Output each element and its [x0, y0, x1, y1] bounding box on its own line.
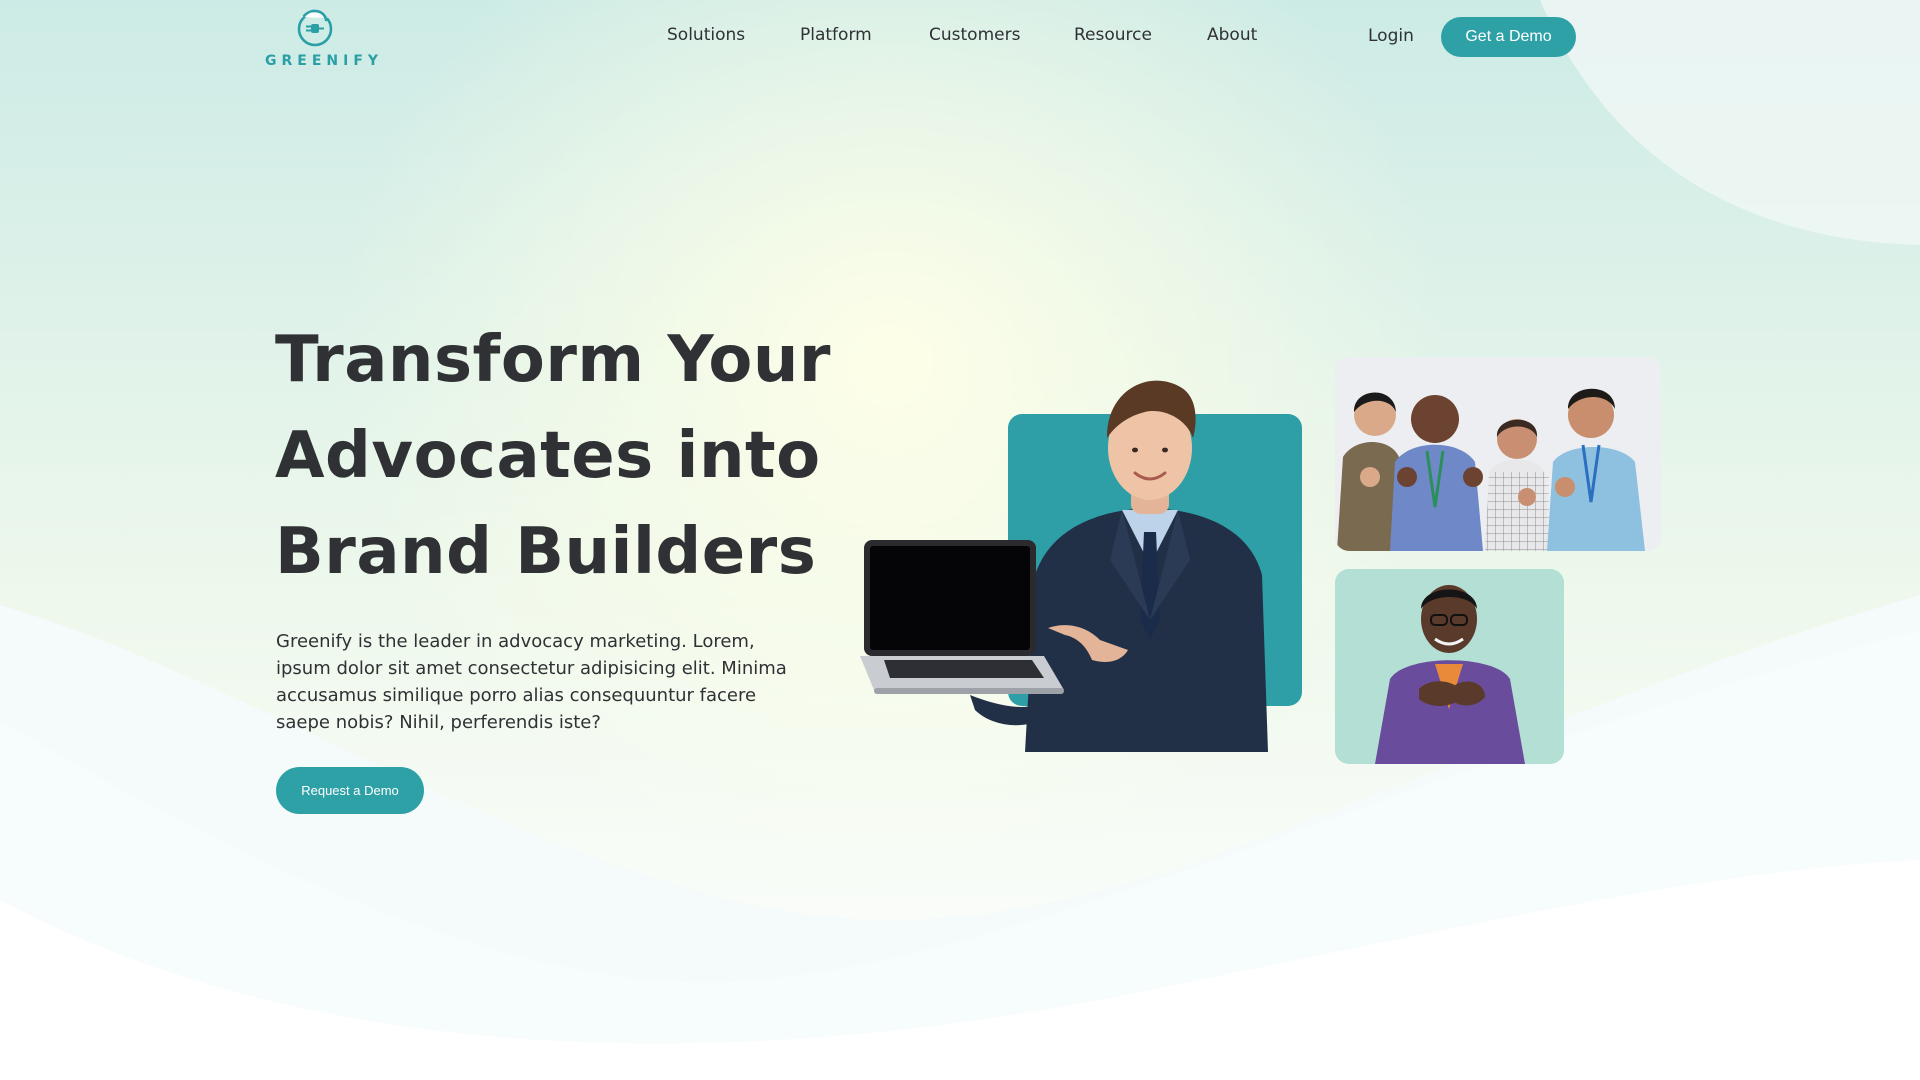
- man-purple-jacket-photo: [1335, 569, 1564, 764]
- nav-item-customers[interactable]: Customers: [929, 25, 1020, 45]
- leaf-plug-icon: [297, 9, 333, 47]
- hero-headline: Transform Your Advocates into Brand Buil…: [275, 312, 835, 600]
- greenify-logo[interactable]: GREENIFY: [263, 8, 378, 69]
- logo-wordmark: GREENIFY: [265, 53, 384, 69]
- team-thumbs-up-photo: [1335, 357, 1661, 551]
- hero-lead-paragraph: Greenify is the leader in advocacy marke…: [276, 631, 787, 733]
- request-demo-button[interactable]: Request a Demo: [276, 767, 424, 814]
- businessman-laptop-image: [860, 380, 1302, 752]
- headline-line: Brand Builders: [275, 515, 817, 589]
- nav-item-platform[interactable]: Platform: [800, 25, 872, 45]
- get-a-demo-button[interactable]: Get a Demo: [1441, 17, 1576, 57]
- laptop: [860, 540, 1064, 694]
- login-link[interactable]: Login: [1368, 26, 1414, 46]
- nav-item-solutions[interactable]: Solutions: [667, 25, 745, 45]
- nav-item-about[interactable]: About: [1207, 25, 1257, 45]
- headline-line: Advocates into: [275, 419, 821, 493]
- headline-line: Transform Your: [275, 323, 831, 397]
- nav-item-resource[interactable]: Resource: [1074, 25, 1152, 45]
